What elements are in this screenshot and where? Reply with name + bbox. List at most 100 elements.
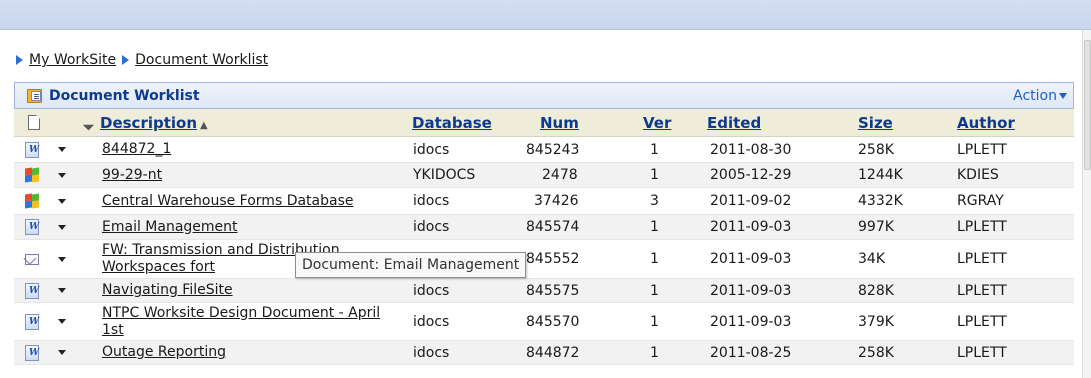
- edited-cell: 2011-09-03: [710, 313, 792, 330]
- column-header-description[interactable]: Description ▲: [100, 109, 208, 137]
- breadcrumb-document-worklist-link[interactable]: Document Worklist: [135, 52, 268, 68]
- row-menu-caret-icon[interactable]: [58, 319, 66, 324]
- size-cell: 258K: [858, 141, 894, 158]
- num-cell: 2478: [542, 167, 578, 183]
- table-row[interactable]: W Outage Reporting idocs 844872 1 2011-0…: [14, 341, 1074, 365]
- database-cell: idocs: [413, 219, 450, 235]
- document-description-link[interactable]: Navigating FileSite: [102, 282, 233, 299]
- sort-ascending-icon: ▲: [200, 120, 208, 131]
- size-cell: 828K: [858, 282, 894, 299]
- num-cell: 845243: [526, 141, 580, 158]
- vertical-scrollbar[interactable]: [1082, 30, 1091, 378]
- database-cell: idocs: [413, 344, 450, 361]
- top-banner: [0, 0, 1091, 30]
- table-row[interactable]: W NTPC Worksite Design Document - April …: [14, 303, 1074, 341]
- document-type-header-icon[interactable]: [28, 115, 40, 130]
- breadcrumb-arrow-icon: [122, 55, 130, 65]
- row-menu-caret-icon[interactable]: [58, 224, 66, 230]
- document-table-body: W 844872_1 idocs 845243 1 2011-08-30 258…: [14, 137, 1074, 365]
- edited-cell: 2011-09-03: [710, 282, 792, 299]
- document-description-link[interactable]: Email Management: [102, 219, 238, 236]
- edited-cell: 2011-09-03: [710, 251, 792, 267]
- size-cell: 34K: [858, 251, 885, 267]
- ver-cell: 1: [650, 141, 659, 158]
- edited-cell: 2011-08-30: [710, 141, 792, 158]
- column-header-author[interactable]: Author: [957, 109, 1015, 137]
- panel-header: Document Worklist Action: [14, 82, 1074, 109]
- database-cell: idocs: [413, 282, 450, 299]
- author-cell: RGRAY: [957, 193, 1004, 209]
- row-menu-caret-icon[interactable]: [58, 172, 66, 178]
- author-cell: KDIES: [957, 167, 999, 183]
- column-header-size[interactable]: Size: [858, 109, 893, 137]
- ver-cell: 1: [650, 344, 659, 361]
- ver-cell: 1: [650, 167, 659, 183]
- row-menu-caret-icon[interactable]: [58, 350, 66, 355]
- size-cell: 1244K: [858, 167, 903, 183]
- email-icon[interactable]: [23, 252, 40, 266]
- num-cell: 845552: [526, 251, 580, 267]
- action-menu-button[interactable]: Action: [1013, 88, 1067, 104]
- database-cell: idocs: [413, 313, 450, 330]
- table-row[interactable]: 99-29-nt YKIDOCS 2478 1 2005-12-29 1244K…: [14, 163, 1074, 188]
- table-row[interactable]: W Navigating FileSite idocs 845575 1 201…: [14, 279, 1074, 303]
- table-row[interactable]: W 844872_1 idocs 845243 1 2011-08-30 258…: [14, 137, 1074, 163]
- windows-app-icon[interactable]: [24, 167, 40, 183]
- edited-cell: 2011-09-03: [710, 219, 792, 235]
- document-description-link[interactable]: Outage Reporting: [102, 344, 226, 361]
- panel-title: Document Worklist: [49, 87, 200, 104]
- table-row[interactable]: Central Warehouse Forms Database idocs 3…: [14, 188, 1074, 215]
- num-cell: 845570: [526, 313, 580, 330]
- author-cell: LPLETT: [957, 141, 1007, 158]
- edited-cell: 2011-08-25: [710, 344, 792, 361]
- action-menu-label[interactable]: Action: [1013, 88, 1057, 104]
- ver-cell: 1: [650, 219, 659, 235]
- column-header-database[interactable]: Database: [412, 109, 492, 137]
- word-doc-icon[interactable]: W: [24, 313, 40, 331]
- num-cell: 37426: [534, 193, 579, 209]
- column-header-description-label[interactable]: Description: [100, 114, 197, 132]
- ver-cell: 1: [650, 313, 659, 330]
- hover-tooltip: Document: Email Management: [295, 252, 527, 278]
- size-cell: 997K: [858, 219, 894, 235]
- document-description-link[interactable]: NTPC Worksite Design Document - April 1s…: [102, 305, 392, 339]
- document-description-link[interactable]: 844872_1: [102, 141, 171, 158]
- ver-cell: 1: [650, 251, 659, 267]
- word-doc-icon[interactable]: W: [24, 344, 40, 362]
- edited-cell: 2011-09-02: [710, 193, 792, 209]
- row-menu-caret-icon[interactable]: [58, 256, 66, 262]
- scrollbar-thumb[interactable]: [1084, 40, 1091, 170]
- database-cell: idocs: [413, 141, 450, 158]
- document-description-link[interactable]: Central Warehouse Forms Database: [102, 193, 354, 210]
- column-header-ver[interactable]: Ver: [643, 109, 671, 137]
- column-header-row: ⏷ Description ▲ Database Num Ver Edited S…: [14, 109, 1074, 137]
- author-cell: LPLETT: [957, 219, 1007, 235]
- windows-app-icon[interactable]: [24, 193, 40, 209]
- table-row[interactable]: W Email Management idocs 845574 1 2011-0…: [14, 215, 1074, 240]
- row-menu-caret-icon[interactable]: [58, 288, 66, 293]
- author-cell: LPLETT: [957, 251, 1007, 267]
- database-cell: YKIDOCS: [413, 167, 476, 183]
- worklist-folder-icon: [27, 88, 43, 104]
- column-header-num[interactable]: Num: [540, 109, 579, 137]
- breadcrumb-my-worksite-link[interactable]: My WorkSite: [29, 52, 116, 68]
- word-doc-icon[interactable]: W: [24, 141, 40, 159]
- ver-cell: 3: [650, 193, 659, 209]
- num-cell: 844872: [526, 344, 580, 361]
- word-doc-icon[interactable]: W: [24, 282, 40, 300]
- table-row[interactable]: FW: Transmission and Distribution Worksp…: [14, 240, 1074, 279]
- size-cell: 379K: [858, 313, 894, 330]
- author-cell: LPLETT: [957, 313, 1007, 330]
- caret-down-icon[interactable]: [1059, 92, 1067, 99]
- breadcrumb-arrow-icon: [16, 55, 23, 65]
- ver-cell: 1: [650, 282, 659, 299]
- document-description-link[interactable]: 99-29-nt: [102, 167, 162, 184]
- edited-cell: 2005-12-29: [710, 167, 792, 183]
- column-header-edited[interactable]: Edited: [707, 109, 761, 137]
- row-menu-caret-icon[interactable]: [58, 147, 66, 152]
- author-cell: LPLETT: [957, 344, 1007, 361]
- database-cell: idocs: [413, 193, 450, 209]
- word-doc-icon[interactable]: W: [24, 218, 40, 236]
- row-menu-caret-icon[interactable]: [58, 198, 66, 204]
- num-cell: 845574: [526, 219, 580, 235]
